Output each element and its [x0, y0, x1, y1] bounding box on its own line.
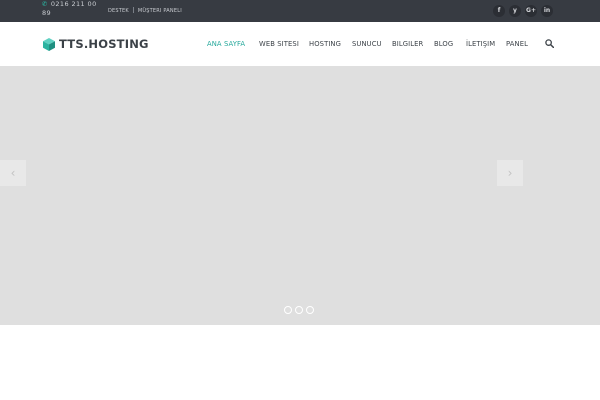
nav-item-bilgiler[interactable]: BILGILER [392, 39, 423, 49]
nav-item-hosting[interactable]: HOSTING [309, 39, 341, 49]
slider-dot-3[interactable] [306, 306, 314, 314]
site-logo[interactable]: TTS.HOSTING [43, 37, 149, 51]
nav-item-iletisim[interactable]: İLETIŞIM [466, 39, 495, 49]
hero-slider: ‹ › [0, 66, 600, 325]
facebook-icon[interactable]: f [493, 5, 505, 17]
top-bar: ✆ 0216 211 00 89 DESTEK MÜŞTERI PANELI f y… [0, 0, 600, 22]
phone-text: 0216 211 00 89 [42, 0, 97, 17]
twitter-icon[interactable]: y [509, 5, 521, 17]
google-plus-icon[interactable]: G+ [525, 5, 537, 17]
slider-pagination [284, 306, 314, 314]
linkedin-icon[interactable]: in [541, 5, 553, 17]
top-links-divider [132, 7, 134, 13]
search-icon[interactable] [545, 39, 554, 48]
phone-number[interactable]: ✆ 0216 211 00 89 [42, 0, 104, 18]
top-links: DESTEK MÜŞTERI PANELI [108, 7, 182, 15]
slider-prev-button[interactable]: ‹ [0, 160, 26, 186]
nav-item-ana-sayfa[interactable]: ANA SAYFA [207, 39, 245, 49]
cube-icon [43, 37, 55, 51]
logo-text: TTS.HOSTING [59, 37, 149, 51]
nav-item-sunucu[interactable]: SUNUCU [352, 39, 382, 49]
main-header: TTS.HOSTING ANA SAYFA WEB SITESI HOSTING… [0, 22, 600, 67]
slider-dot-1[interactable] [284, 306, 292, 314]
nav-item-blog[interactable]: BLOG [434, 39, 453, 49]
slider-next-button[interactable]: › [497, 160, 523, 186]
social-links: f y G+ in [493, 5, 553, 17]
nav-item-web-sitesi[interactable]: WEB SITESI [259, 39, 299, 49]
nav-item-panel[interactable]: PANEL [506, 39, 528, 49]
customer-panel-link[interactable]: MÜŞTERI PANELI [138, 8, 182, 14]
slider-dot-2[interactable] [295, 306, 303, 314]
support-link[interactable]: DESTEK [108, 8, 129, 14]
phone-icon: ✆ [42, 0, 48, 8]
